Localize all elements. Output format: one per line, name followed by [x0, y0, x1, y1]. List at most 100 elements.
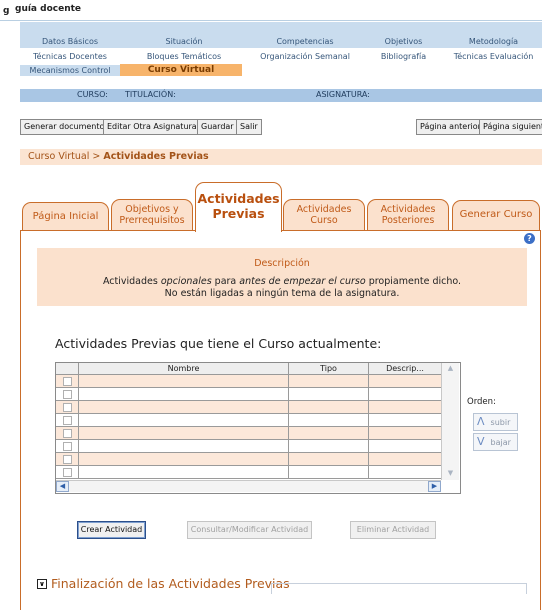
logo-icon: g [3, 6, 10, 16]
table-cell[interactable] [289, 401, 369, 413]
tab-label-line1: Objetivos y [125, 204, 179, 215]
nav-mecanismos-control[interactable]: Mecanismos Control [20, 65, 120, 76]
description-box: Descripción Actividades opcionales para … [37, 248, 527, 306]
nav-datos-basicos[interactable]: Datos Básicos [20, 36, 120, 47]
row-checkbox[interactable] [63, 377, 72, 386]
table-row[interactable] [56, 453, 442, 466]
curso-label: CURSO: [77, 90, 108, 99]
up-chevron-icon: Λ [477, 415, 485, 428]
table-cell[interactable] [289, 414, 369, 426]
table-horizontal-scrollbar[interactable]: ◀ ▶ [56, 480, 441, 492]
table-row[interactable] [56, 401, 442, 414]
row-checkbox[interactable] [63, 442, 72, 451]
table-cell[interactable] [289, 427, 369, 439]
nav-bibliografia[interactable]: Bibliografía [366, 51, 441, 62]
table-header-tipo[interactable]: Tipo [289, 363, 369, 375]
row-checkbox[interactable] [63, 455, 72, 464]
nav-tecnicas-evaluacion[interactable]: Técnicas Evaluación [445, 51, 542, 62]
course-info-bar: CURSO: TITULACIÓN: ASIGNATURA: [20, 89, 542, 102]
table-cell[interactable] [369, 375, 442, 387]
scroll-right-arrow-icon[interactable]: ▶ [428, 481, 441, 492]
table-row[interactable] [56, 414, 442, 427]
scroll-down-arrow-icon[interactable]: ▼ [445, 469, 456, 478]
table-cell[interactable] [289, 440, 369, 452]
table-cell[interactable] [79, 401, 289, 413]
table-row[interactable] [56, 427, 442, 440]
table-header-nombre[interactable]: Nombre [79, 363, 289, 375]
row-select-cell [56, 440, 79, 452]
edit-other-subject-button[interactable]: Editar Otra Asignatura [103, 119, 201, 135]
move-up-button[interactable]: Λsubir [473, 413, 518, 431]
tab-label-line1: Actividades [380, 204, 436, 215]
table-cell[interactable] [369, 466, 442, 478]
down-chevron-icon: V [477, 435, 485, 448]
table-cell[interactable] [79, 375, 289, 387]
nav-objetivos[interactable]: Objetivos [366, 36, 441, 47]
row-checkbox[interactable] [63, 403, 72, 412]
help-icon[interactable]: ? [524, 233, 535, 244]
previous-page-button[interactable]: Página anterior [416, 119, 485, 135]
table-header-descrip[interactable]: Descrip... [369, 363, 442, 375]
collapse-toggle-icon[interactable]: ∨ [37, 579, 47, 589]
modify-activity-button[interactable]: Consultar/Modificar Actividad [187, 521, 312, 539]
scroll-up-arrow-icon[interactable]: ▲ [445, 364, 456, 373]
tab-label-line2: Prerrequisitos [119, 215, 185, 226]
nav-metodologia[interactable]: Metodología [445, 36, 542, 47]
exit-button[interactable]: Salir [236, 119, 262, 135]
next-page-button[interactable]: Página siguiente [479, 119, 542, 135]
row-select-cell [56, 453, 79, 465]
table-cell[interactable] [79, 453, 289, 465]
tab-objetivos-prerrequisitos[interactable]: Objetivos y Prerrequisitos [111, 199, 193, 231]
nav-curso-virtual[interactable]: Curso Virtual [120, 64, 242, 76]
table-cell[interactable] [79, 466, 289, 478]
table-cell[interactable] [289, 466, 369, 478]
app-title: guía docente [15, 4, 82, 14]
breadcrumb-root[interactable]: Curso Virtual [28, 151, 89, 162]
final-section-title: Finalización de las Actividades Previas [51, 576, 290, 591]
table-cell[interactable] [369, 427, 442, 439]
nav-situacion[interactable]: Situación [120, 36, 248, 47]
table-row[interactable] [56, 375, 442, 388]
tab-pagina-inicial[interactable]: Página Inicial [22, 202, 109, 231]
table-cell[interactable] [369, 401, 442, 413]
create-activity-button[interactable]: Crear Actividad [77, 521, 146, 539]
table-cell[interactable] [369, 414, 442, 426]
nav-bloques-tematicos[interactable]: Bloques Temáticos [120, 51, 248, 62]
table-cell[interactable] [369, 440, 442, 452]
row-select-cell [56, 375, 79, 387]
table-vertical-scrollbar[interactable]: ▲ ▼ [441, 363, 459, 480]
table-row[interactable] [56, 440, 442, 453]
tab-actividades-posteriores[interactable]: Actividades Posteriores [367, 199, 449, 231]
table-cell[interactable] [369, 453, 442, 465]
delete-activity-button[interactable]: Eliminar Actividad [350, 521, 436, 539]
tab-actividades-curso[interactable]: Actividades Curso [283, 199, 365, 231]
table-cell[interactable] [79, 414, 289, 426]
table-cell[interactable] [289, 453, 369, 465]
row-select-cell [56, 427, 79, 439]
description-line1: Actividades opcionales para antes de emp… [102, 276, 462, 287]
tab-actividades-previas[interactable]: Actividades Previas [195, 182, 282, 232]
table-cell[interactable] [79, 427, 289, 439]
save-button[interactable]: Guardar [197, 119, 238, 135]
generate-document-button[interactable]: Generar documento [20, 119, 109, 135]
breadcrumb: Curso Virtual > Actividades Previas [20, 149, 542, 165]
scroll-left-arrow-icon[interactable]: ◀ [56, 481, 69, 492]
nav-tecnicas-docentes[interactable]: Técnicas Docentes [20, 51, 120, 62]
table-row[interactable] [56, 388, 442, 401]
row-checkbox[interactable] [63, 390, 72, 399]
nav-competencias[interactable]: Competencias [250, 36, 360, 47]
row-checkbox[interactable] [63, 468, 72, 477]
table-cell[interactable] [369, 388, 442, 400]
table-cell[interactable] [79, 388, 289, 400]
row-checkbox[interactable] [63, 416, 72, 425]
tab-generar-curso[interactable]: Generar Curso [452, 200, 540, 231]
table-row[interactable] [56, 466, 442, 479]
description-title: Descripción [254, 258, 310, 269]
move-down-button[interactable]: Vbajar [473, 433, 518, 451]
nav-organizacion-semanal[interactable]: Organización Semanal [250, 51, 360, 62]
table-cell[interactable] [289, 375, 369, 387]
table-cell[interactable] [289, 388, 369, 400]
order-label: Orden: [467, 397, 496, 407]
table-cell[interactable] [79, 440, 289, 452]
row-checkbox[interactable] [63, 429, 72, 438]
